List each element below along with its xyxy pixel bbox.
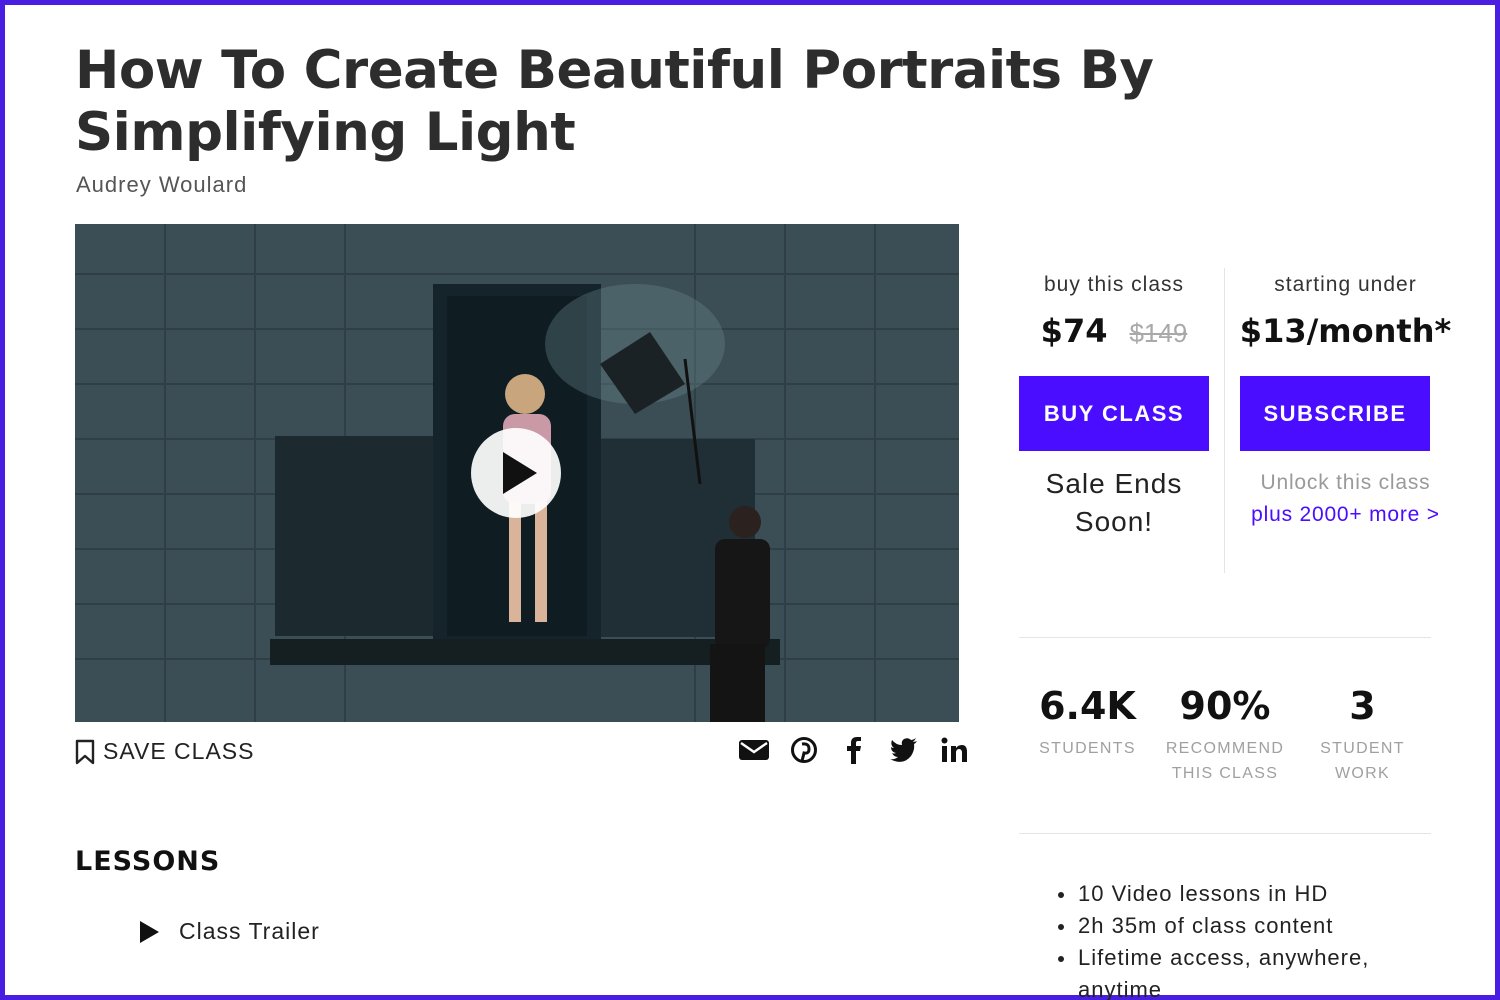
- play-triangle-icon: [140, 920, 159, 943]
- stat-value: 90%: [1179, 684, 1271, 728]
- divider: [1019, 637, 1431, 638]
- lesson-title: Class Trailer: [179, 918, 320, 944]
- stat-label: STUDENTS: [1039, 740, 1136, 757]
- email-icon[interactable]: [738, 734, 770, 766]
- subscribe-panel: starting under $13/month* SUBSCRIBE Unlo…: [1228, 268, 1463, 531]
- stats-row: 6.4K STUDENTS 90% RECOMMEND THIS CLASS 3…: [1019, 680, 1431, 786]
- feature-item: 10 Video lessons in HD: [1058, 878, 1418, 910]
- old-price: $149: [1129, 318, 1188, 348]
- linkedin-icon[interactable]: [938, 734, 970, 766]
- video-player[interactable]: [75, 224, 959, 722]
- divider: [1019, 833, 1431, 834]
- buy-price: $74: [1040, 312, 1108, 350]
- lessons-heading: LESSONS: [75, 846, 221, 877]
- more-classes-link[interactable]: plus 2000+ more >: [1228, 499, 1463, 531]
- buy-price-row: $74 $149: [1019, 312, 1209, 358]
- share-bar: [738, 734, 970, 766]
- subscribe-button[interactable]: SUBSCRIBE: [1240, 376, 1430, 451]
- panel-divider: [1224, 268, 1225, 573]
- facebook-icon[interactable]: [838, 734, 870, 766]
- twitter-icon[interactable]: [888, 734, 920, 766]
- save-class-label: SAVE CLASS: [103, 738, 255, 764]
- sale-note: Sale Ends Soon!: [1045, 468, 1183, 537]
- play-icon: [503, 452, 537, 494]
- author-name[interactable]: Audrey Woulard: [76, 172, 247, 198]
- page-title: How To Create Beautiful Portraits By Sim…: [75, 40, 1154, 163]
- stat-student-work[interactable]: 3 STUDENT WORK: [1294, 680, 1431, 786]
- unlock-text: Unlock this class: [1260, 471, 1431, 494]
- subscribe-price: $13/month*: [1239, 312, 1452, 350]
- subscribe-price-row: $13/month*: [1228, 312, 1463, 358]
- stat-value: 3: [1349, 684, 1376, 728]
- buy-class-button[interactable]: BUY CLASS: [1019, 376, 1209, 451]
- buy-panel: buy this class $74 $149 BUY CLASS Sale E…: [1019, 268, 1209, 541]
- stat-label: STUDENT WORK: [1320, 740, 1405, 782]
- subscribe-label: starting under: [1274, 273, 1417, 296]
- stat-recommend: 90% RECOMMEND THIS CLASS: [1157, 680, 1294, 786]
- stat-students: 6.4K STUDENTS: [1019, 680, 1156, 786]
- feature-item: 2h 35m of class content: [1058, 910, 1418, 942]
- play-button[interactable]: [471, 428, 561, 518]
- bookmark-icon: [75, 739, 95, 764]
- stat-value: 6.4K: [1039, 684, 1136, 728]
- stat-label: RECOMMEND THIS CLASS: [1165, 740, 1285, 782]
- feature-item: Lifetime access, anywhere, anytime: [1058, 942, 1418, 1000]
- lesson-item[interactable]: Class Trailer: [140, 918, 320, 945]
- pinterest-icon[interactable]: [788, 734, 820, 766]
- feature-list: 10 Video lessons in HD 2h 35m of class c…: [1058, 878, 1418, 1000]
- save-class-button[interactable]: SAVE CLASS: [75, 738, 254, 765]
- buy-label: buy this class: [1043, 273, 1185, 296]
